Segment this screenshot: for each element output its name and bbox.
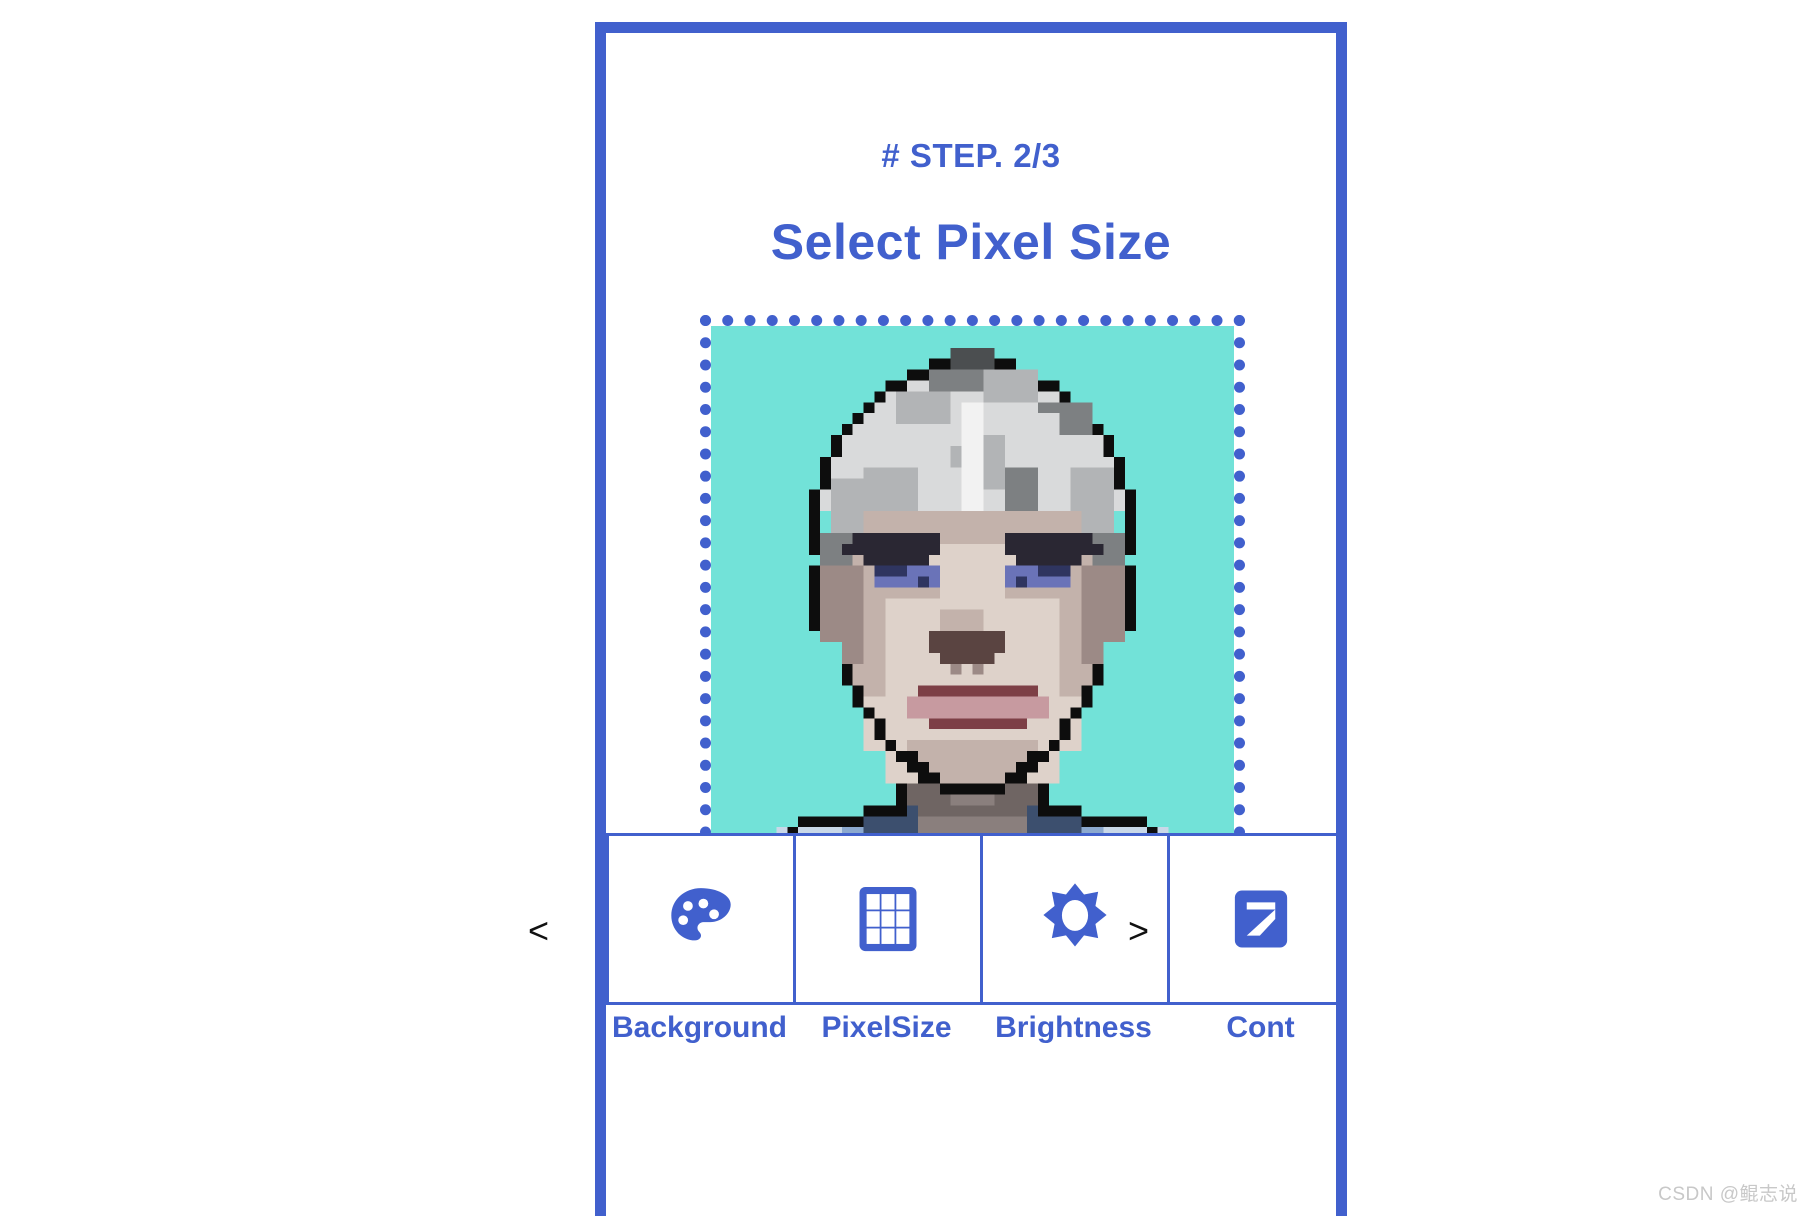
tool-button-contrast[interactable] [1167, 833, 1336, 1005]
tool-button-background[interactable] [606, 833, 793, 1005]
app-frame: # STEP. 2/3 Select Pixel Size Background… [595, 22, 1347, 1216]
carousel-prev-arrow[interactable]: < [528, 913, 549, 949]
preview-area[interactable] [700, 315, 1245, 860]
page-title: Select Pixel Size [770, 214, 1172, 270]
tool-label-brightness: Brightness [995, 1011, 1152, 1044]
step-indicator: # STEP. 2/3 [881, 137, 1061, 174]
contrast-icon [1234, 890, 1287, 948]
tool-label-pixelsize: PixelSize [821, 1011, 952, 1044]
tool-strip: Background PixelSize Brightness Cont [606, 833, 1336, 1063]
tool-row [606, 833, 1336, 1005]
palette-icon [671, 888, 731, 941]
tool-labels: Background PixelSize Brightness Cont [606, 1011, 1336, 1045]
tool-button-pixelsize[interactable] [793, 833, 980, 1005]
selection-dotted-border [700, 315, 1245, 860]
watermark: CSDN @鲲志说 [1658, 1184, 1798, 1205]
screenshot-root: # STEP. 2/3 Select Pixel Size Background… [0, 0, 1810, 1216]
tool-label-background: Background [611, 1011, 788, 1044]
tool-label-contrast: Cont [1226, 1011, 1295, 1044]
brightness-icon [1043, 883, 1107, 947]
carousel-next-arrow[interactable]: > [1128, 913, 1149, 949]
grid-icon [859, 886, 917, 952]
app-frame-inner: # STEP. 2/3 Select Pixel Size Background… [606, 33, 1336, 1216]
